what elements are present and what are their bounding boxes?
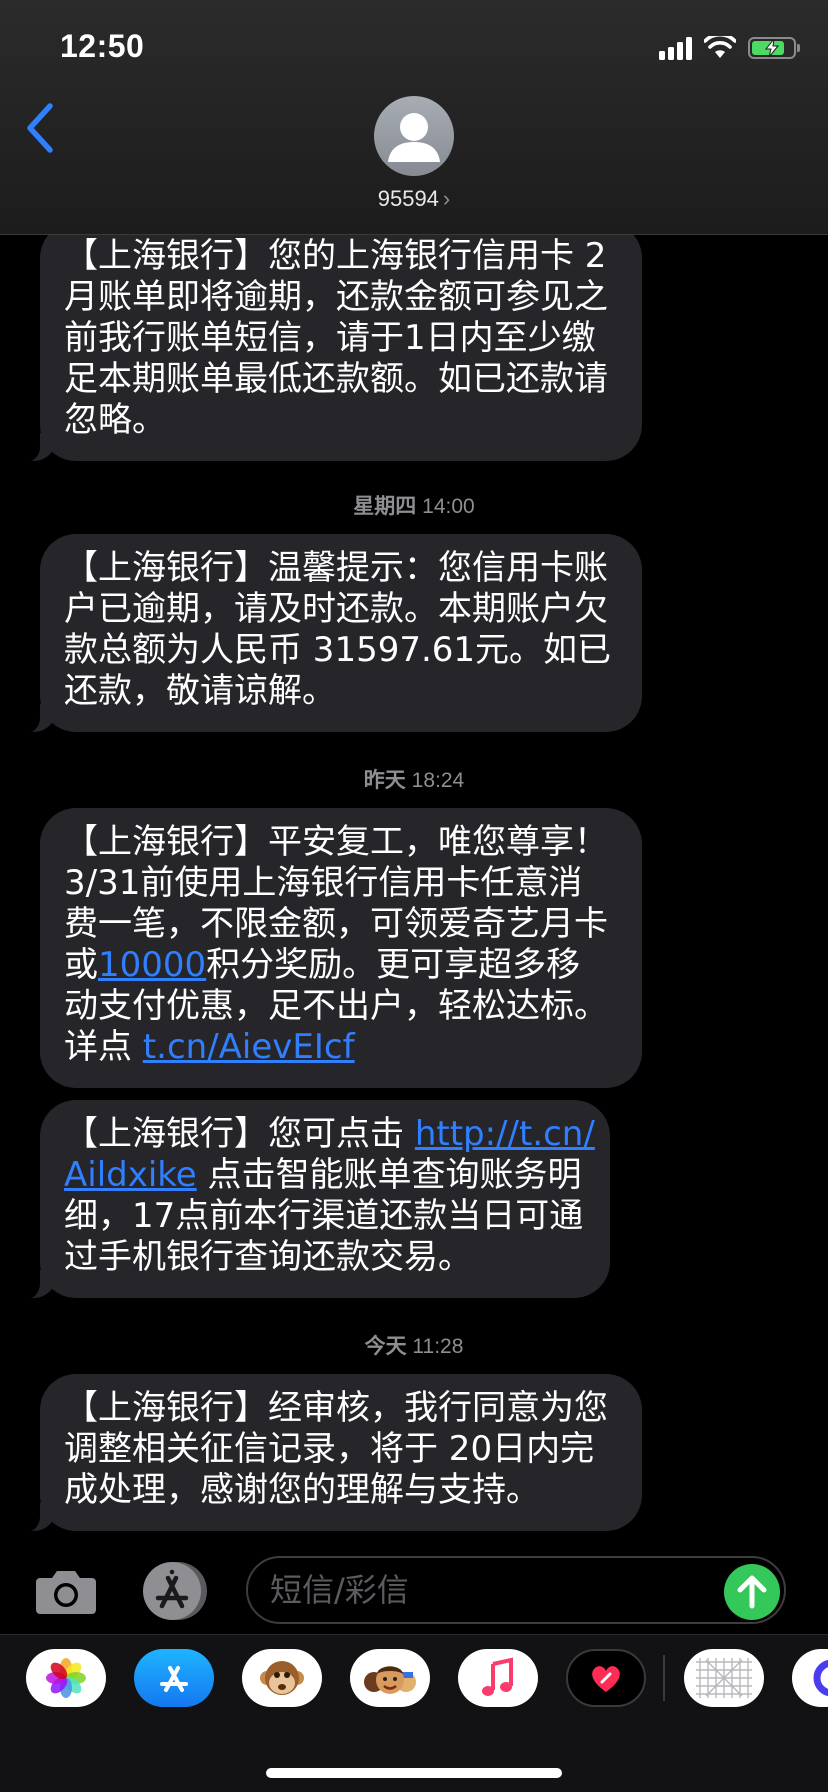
music-note-icon — [482, 1657, 513, 1696]
message-bubble[interactable]: 【上海银行】平安复工，唯您尊享！ 3/31前使用上海银行信用卡任意消 费一笔，不… — [40, 808, 642, 1088]
message-text: 详点 — [64, 1027, 143, 1067]
contact-number: 95594 — [377, 186, 439, 211]
message-line: 户已逾期，请及时还款。本期账户欠 — [64, 589, 608, 629]
contact-name[interactable]: 95594 › — [0, 186, 828, 212]
message-line: 【上海银行】您可点击 http://t.cn/ — [64, 1114, 595, 1155]
app-store-a-icon — [160, 1666, 188, 1692]
person-icon — [388, 113, 440, 162]
message-line: 【上海银行】您的上海银行信用卡 2 — [64, 236, 607, 276]
heart-touch-icon — [592, 1666, 620, 1692]
arrow-up-icon — [737, 1575, 767, 1609]
bill-url-link[interactable]: http://t.cn/ — [415, 1114, 595, 1154]
stickers-app-icon[interactable] — [684, 1649, 764, 1707]
message-line: 详点 t.cn/AievEIcf — [64, 1027, 618, 1068]
photos-flower-icon — [46, 1658, 86, 1698]
messages-screen: 12:50 95594 › 【上海银行】您的上海银行信用卡 2 月账单即将逾期，… — [0, 0, 828, 1792]
photos-app-icon[interactable] — [26, 1649, 106, 1707]
message-line: 调整相关征信记录，将于 20日内完 — [64, 1429, 595, 1469]
wifi-icon — [704, 36, 736, 58]
message-text: 【上海银行】您可点击 — [64, 1114, 415, 1154]
memoji-app-icon[interactable] — [350, 1649, 430, 1707]
message-line: 动支付优惠，足不出户，轻松达标。 — [64, 986, 608, 1026]
timestamp-day: 星期四 — [353, 495, 417, 518]
short-url-link[interactable]: t.cn/AievEIcf — [143, 1027, 355, 1067]
timestamp-time: 14:00 — [422, 495, 475, 518]
status-indicators — [659, 36, 800, 60]
message-line: 费一笔，不限金额，可领爱奇艺月卡 — [64, 904, 608, 944]
message-line: 足本期账单最低还款额。如已还款请 — [64, 359, 608, 399]
message-line: 细，17点前本行渠道还款当日可通 — [64, 1196, 584, 1236]
animoji-app-icon[interactable] — [242, 1649, 322, 1707]
message-input[interactable] — [246, 1556, 786, 1624]
message-text: 点击智能账单查询账务明 — [196, 1155, 582, 1195]
timestamp-day: 昨天 — [363, 769, 406, 792]
status-time: 12:50 — [60, 28, 145, 64]
ring-icon — [813, 1659, 828, 1697]
message-timestamp: 昨天 18:24 — [0, 764, 828, 794]
message-line: 款总额为人民币 31597.61元。如已 — [64, 630, 612, 670]
camera-icon[interactable] — [34, 1568, 98, 1616]
memoji-faces-icon — [364, 1666, 416, 1694]
timestamp-time: 18:24 — [411, 769, 465, 792]
message-timestamp: 星期四 14:00 — [0, 490, 828, 520]
battery-icon — [748, 37, 800, 59]
message-line: 【上海银行】温馨提示：您信用卡账 — [64, 548, 608, 588]
message-line: 忽略。 — [64, 400, 166, 440]
monkey-icon — [260, 1661, 304, 1695]
message-text: 积分奖励。更可享超多移 — [206, 945, 581, 985]
timestamp-day: 今天 — [364, 1335, 407, 1358]
message-line: 【上海银行】经审核，我行同意为您 — [64, 1388, 608, 1428]
charging-bolt-icon — [765, 39, 779, 57]
message-timestamp: 今天 11:28 — [0, 1330, 828, 1360]
message-line: 或10000积分奖励。更可享超多移 — [64, 945, 618, 986]
message-line: 3/31前使用上海银行信用卡任意消 — [64, 863, 583, 903]
home-indicator[interactable] — [266, 1768, 562, 1778]
contact-chevron-icon: › — [442, 186, 451, 211]
message-line: 前我行账单短信，请于1日内至少缴 — [64, 318, 596, 358]
back-chevron-icon[interactable] — [20, 100, 60, 156]
message-line: 月账单即将逾期，还款金额可参见之 — [64, 277, 608, 317]
more-app-icon[interactable] — [792, 1649, 828, 1707]
message-bubble[interactable]: 【上海银行】温馨提示：您信用卡账 户已逾期，请及时还款。本期账户欠 款总额为人民… — [14, 534, 642, 734]
message-line: 还款，敬请谅解。 — [64, 671, 336, 711]
send-button[interactable] — [724, 1564, 780, 1620]
message-line: Aildxike 点击智能账单查询账务明 — [64, 1155, 586, 1196]
message-text: 或 — [64, 945, 98, 985]
drawer-divider — [663, 1655, 665, 1701]
message-bubble[interactable]: 【上海银行】您的上海银行信用卡 2 月账单即将逾期，还款金额可参见之 前我行账单… — [14, 222, 642, 463]
conversation-header: 12:50 95594 › — [0, 0, 828, 235]
music-app-icon[interactable] — [458, 1649, 538, 1707]
cellular-signal-icon — [659, 36, 692, 60]
message-line: 过手机银行查询还款交易。 — [64, 1237, 472, 1277]
grid-pattern-icon — [696, 1658, 752, 1698]
app-store-icon[interactable] — [140, 1560, 210, 1622]
contact-avatar[interactable] — [374, 96, 454, 176]
app-store-app-icon[interactable] — [134, 1649, 214, 1707]
compose-bar — [0, 1548, 828, 1632]
digital-touch-app-icon[interactable] — [566, 1649, 646, 1707]
message-bubble[interactable]: 【上海银行】经审核，我行同意为您 调整相关征信记录，将于 20日内完 成处理，感… — [14, 1374, 642, 1533]
bill-url-link[interactable]: Aildxike — [64, 1155, 197, 1195]
message-line: 成处理，感谢您的理解与支持。 — [64, 1470, 540, 1510]
timestamp-time: 11:28 — [412, 1335, 464, 1358]
points-link[interactable]: 10000 — [98, 945, 206, 985]
message-bubble[interactable]: 【上海银行】您可点击 http://t.cn/ Aildxike 点击智能账单查… — [14, 1100, 610, 1300]
message-line: 【上海银行】平安复工，唯您尊享！ — [64, 822, 608, 862]
